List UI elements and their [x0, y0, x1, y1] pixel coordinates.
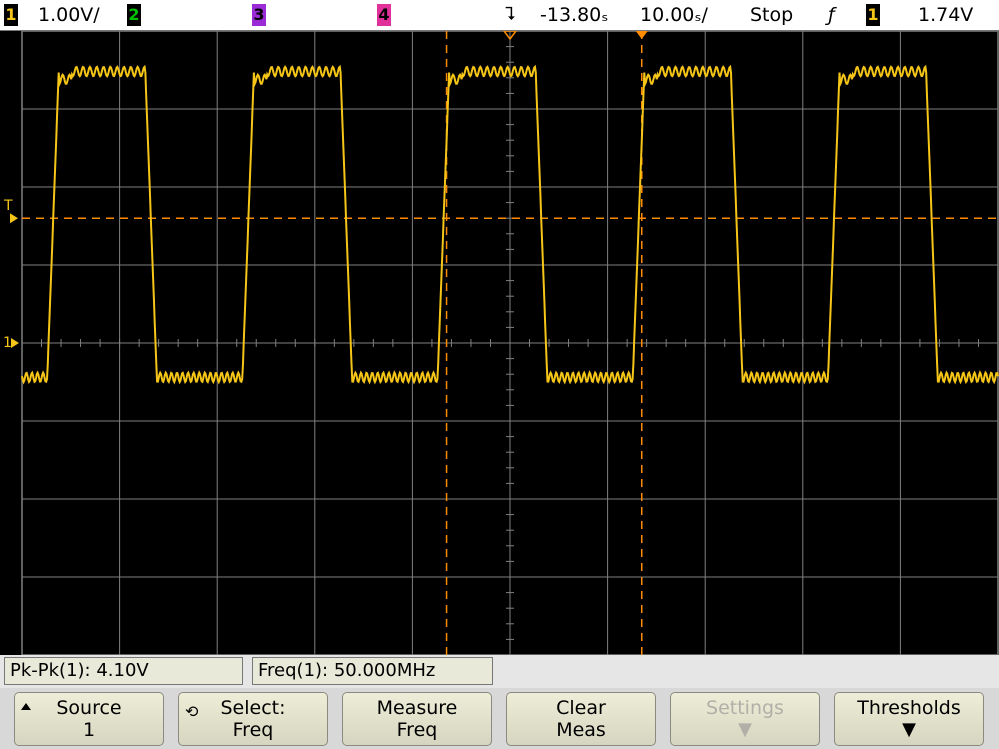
arrow-down-icon: ▼ [902, 719, 916, 740]
thresholds-softkey[interactable]: Thresholds ▼ [834, 692, 984, 746]
ch3-badge[interactable]: 3 [252, 4, 266, 26]
source-softkey[interactable]: Source 1 [14, 692, 164, 746]
measurement-pkpk: Pk-Pk(1): 4.10V [4, 657, 243, 685]
ch2-badge[interactable]: 2 [127, 4, 141, 26]
softkey-label: Thresholds [857, 697, 961, 719]
ch1-badge[interactable]: 1 [4, 4, 18, 26]
run-state: Stop [750, 4, 794, 26]
channel-markers: T1 [3, 30, 648, 351]
softkey-label: Source [56, 697, 122, 719]
clear-meas-softkey[interactable]: Clear Meas [506, 692, 656, 746]
select-softkey[interactable]: ⟲ Select: Freq [178, 692, 328, 746]
measurement-freq: Freq(1): 50.000MHz [252, 657, 493, 685]
arrow-up-icon [21, 703, 31, 710]
measure-softkey[interactable]: Measure Freq [342, 692, 492, 746]
ch1-scale: 1.00V/ [38, 4, 100, 26]
softkey-value: Freq [232, 719, 274, 741]
delay-value: -13.80ₛ [540, 4, 609, 26]
trigger-source-badge[interactable]: 1 [866, 4, 880, 26]
waveform-display: T1 [3, 30, 999, 656]
softkey-value: Meas [556, 719, 606, 741]
softkey-bar: Source 1 ⟲ Select: Freq Measure Freq Cle… [0, 688, 999, 749]
softkey-label: Clear [556, 697, 606, 719]
rotate-knob-icon: ⟲ [185, 702, 199, 721]
softkey-value: Freq [396, 719, 438, 741]
graticule [21, 30, 999, 656]
softkey-label: Select: [220, 697, 286, 719]
trigger-slope-icon: ƒ [828, 4, 835, 26]
ch4-badge[interactable]: 4 [377, 4, 391, 26]
trigger-level-marker: T [3, 198, 13, 214]
timebase-value: 10.00ₛ/ [640, 4, 708, 26]
ground-arrow [11, 338, 19, 348]
softkey-label: Settings [706, 697, 784, 719]
settings-softkey[interactable]: Settings ▼ [670, 692, 820, 746]
status-bar: 1 1.00V/ 2 3 4 ⮧ -13.80ₛ 10.00ₛ/ Stop ƒ … [0, 0, 999, 31]
delay-marker [635, 31, 648, 39]
measurement-bar: Pk-Pk(1): 4.10V Freq(1): 50.000MHz [0, 655, 999, 688]
softkey-value: 1 [82, 719, 96, 741]
trigger-level: 1.74V [918, 4, 974, 26]
softkey-label: Measure [376, 697, 458, 719]
trigger-level-arrow [10, 213, 18, 224]
trigger-delay-icon: ⮧ [505, 4, 516, 25]
arrow-down-icon: ▼ [738, 719, 752, 740]
ground-marker: 1 [3, 335, 12, 351]
